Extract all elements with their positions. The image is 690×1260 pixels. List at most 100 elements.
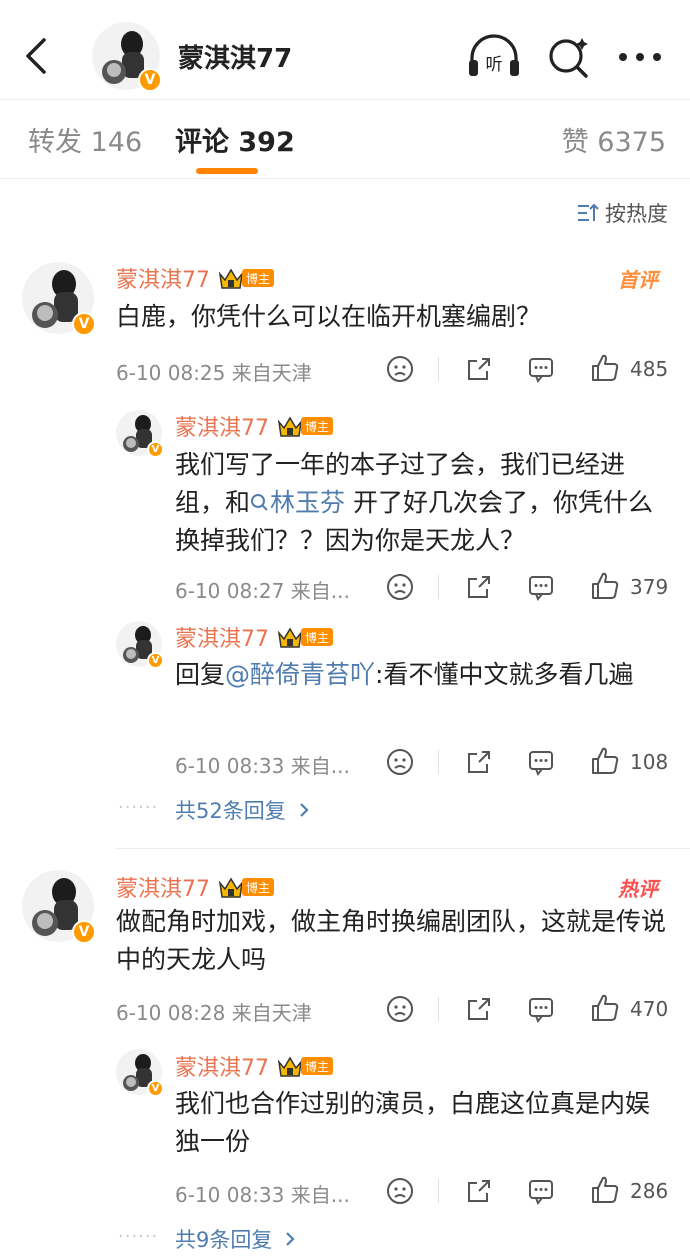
- reply-comment-icon[interactable]: [527, 1177, 555, 1205]
- comment-username[interactable]: 蒙淇淇77 博主: [116, 871, 275, 903]
- action-separator: [438, 357, 439, 381]
- reply-comment-icon[interactable]: [527, 355, 555, 383]
- reply-avatar[interactable]: V: [116, 1049, 164, 1097]
- verified-badge-icon: V: [147, 652, 164, 669]
- tab-repost[interactable]: 转发 146: [28, 120, 142, 159]
- like-count: 286: [630, 1179, 669, 1203]
- comment-avatar[interactable]: V: [22, 870, 96, 944]
- reply-meta: 6-10 08:27 来自...: [175, 579, 350, 603]
- sort-label: 按热度: [605, 202, 668, 226]
- like-count: 108: [630, 750, 669, 774]
- comment-username[interactable]: 蒙淇淇77 博主: [116, 262, 275, 294]
- blogger-badge: 博主: [301, 628, 334, 646]
- share-icon[interactable]: [465, 1177, 493, 1205]
- reply-avatar[interactable]: V: [116, 621, 164, 669]
- more-replies-text: 共9条回复: [175, 1228, 273, 1252]
- top-bar: V 蒙淇淇77 听: [0, 0, 690, 100]
- like-thumb-icon[interactable]: [590, 746, 620, 776]
- dislike-face-icon[interactable]: [386, 748, 414, 776]
- mention-link[interactable]: 林玉芬: [250, 488, 345, 517]
- sort-icon: [578, 203, 599, 221]
- reply-text: 回复@醉倚青苔吖:看不懂中文就多看几遍: [175, 656, 665, 694]
- chevron-right-icon: [286, 1232, 295, 1246]
- dots-divider: ······: [118, 797, 159, 818]
- username-text: 蒙淇淇77: [116, 877, 210, 902]
- like-count: 470: [630, 997, 669, 1021]
- comment-meta: 6-10 08:25 来自天津: [116, 361, 312, 385]
- verified-badge-icon: V: [147, 441, 164, 458]
- action-separator: [438, 997, 439, 1021]
- mention-link[interactable]: @醉倚青苔吖: [225, 660, 375, 689]
- sort-by-heat-button[interactable]: 按热度: [577, 198, 668, 228]
- comment-meta: 6-10 08:28 来自天津: [116, 1001, 312, 1025]
- first-comment-tag: 首评: [618, 268, 658, 292]
- username-text: 蒙淇淇77: [175, 627, 269, 652]
- comment-text: 白鹿，你凭什么可以在临开机塞编剧？: [116, 302, 542, 331]
- comment-divider: [115, 848, 690, 849]
- reply-username[interactable]: 蒙淇淇77 博主: [175, 1050, 334, 1082]
- active-tab-indicator: [196, 168, 258, 174]
- dislike-face-icon[interactable]: [386, 355, 414, 383]
- crown-icon: [218, 268, 244, 289]
- verified-badge-icon: V: [72, 312, 96, 336]
- crown-icon: [277, 1056, 303, 1077]
- dots-divider: ······: [118, 1226, 159, 1247]
- search-icon[interactable]: [545, 34, 593, 80]
- listen-headphones-icon[interactable]: 听: [466, 34, 522, 80]
- comment-text: 做配角时加戏，做主角时换编剧团队，这就是传说中的天龙人吗: [116, 907, 667, 974]
- back-arrow-icon[interactable]: [20, 36, 56, 76]
- crown-icon: [277, 416, 303, 437]
- reply-comment-icon[interactable]: [527, 995, 555, 1023]
- dislike-face-icon[interactable]: [386, 995, 414, 1023]
- reply-comment-icon[interactable]: [527, 573, 555, 601]
- tab-like[interactable]: 赞 6375: [562, 120, 666, 159]
- hot-comment-tag: 热评: [618, 877, 658, 901]
- reply-avatar[interactable]: V: [116, 410, 164, 458]
- like-count: 379: [630, 575, 669, 599]
- reply-text: 我们写了一年的本子过了会，我们已经进组，和 林玉芬 开了好几次会了，你凭什么换掉我…: [175, 446, 665, 560]
- blogger-badge: 博主: [242, 878, 275, 896]
- reply-text-part: :看不懂中文就多看几遍: [375, 660, 634, 689]
- like-count: 485: [630, 357, 669, 381]
- chevron-right-icon: [299, 803, 309, 817]
- share-icon[interactable]: [465, 995, 493, 1023]
- more-replies-link[interactable]: 共52条回复: [175, 795, 314, 825]
- reply-text: 我们也合作过别的演员，白鹿这位真是内娱独一份: [175, 1089, 651, 1156]
- more-replies-link[interactable]: 共9条回复: [175, 1224, 300, 1254]
- tab-comment[interactable]: 评论 392: [175, 120, 295, 159]
- like-thumb-icon[interactable]: [590, 353, 620, 383]
- like-thumb-icon[interactable]: [590, 571, 620, 601]
- share-icon[interactable]: [465, 573, 493, 601]
- verified-badge-icon: V: [147, 1080, 164, 1097]
- blogger-badge: 博主: [301, 417, 334, 435]
- like-thumb-icon[interactable]: [590, 993, 620, 1023]
- page-title: 蒙淇淇77: [178, 44, 293, 74]
- comment-avatar[interactable]: V: [22, 262, 96, 336]
- tabs-divider: [0, 178, 690, 179]
- reply-username[interactable]: 蒙淇淇77 博主: [175, 410, 334, 442]
- blogger-badge: 博主: [242, 269, 275, 287]
- crown-icon: [277, 627, 303, 648]
- reply-text-part: 回复: [175, 660, 226, 689]
- reply-meta: 6-10 08:33 来自...: [175, 754, 350, 778]
- username-text: 蒙淇淇77: [175, 1056, 269, 1081]
- dislike-face-icon[interactable]: [386, 573, 414, 601]
- action-separator: [438, 750, 439, 774]
- reply-comment-icon[interactable]: [527, 748, 555, 776]
- like-thumb-icon[interactable]: [590, 1175, 620, 1205]
- share-icon[interactable]: [465, 748, 493, 776]
- more-options-icon[interactable]: [616, 50, 664, 64]
- reply-username[interactable]: 蒙淇淇77 博主: [175, 621, 334, 653]
- verified-badge-icon: V: [138, 68, 162, 92]
- search-mention-icon: [251, 494, 268, 511]
- mention-text: 林玉芬: [270, 488, 346, 517]
- username-text: 蒙淇淇77: [116, 268, 210, 293]
- listen-label: 听: [486, 55, 503, 75]
- action-separator: [438, 1179, 439, 1203]
- username-text: 蒙淇淇77: [175, 416, 269, 441]
- verified-badge-icon: V: [72, 920, 96, 944]
- reply-meta: 6-10 08:33 来自...: [175, 1183, 350, 1207]
- header-avatar[interactable]: V: [92, 22, 162, 92]
- dislike-face-icon[interactable]: [386, 1177, 414, 1205]
- share-icon[interactable]: [465, 355, 493, 383]
